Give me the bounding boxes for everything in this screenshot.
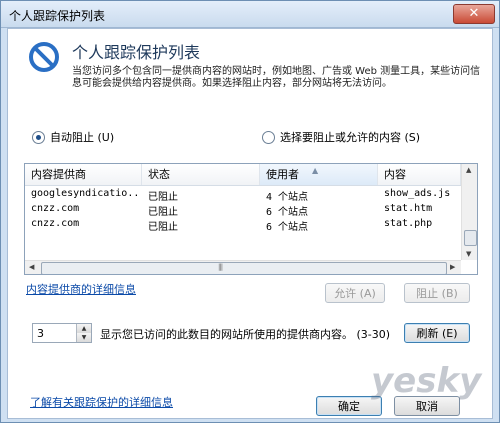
scroll-left-icon[interactable]: ◀ [29, 263, 34, 271]
provider-cell: cnzz.com [31, 218, 80, 229]
column-used-by-label: 使用者 [266, 168, 299, 181]
table-row[interactable]: cnzz.com 已阻止 6 个站点 stat.php [25, 217, 453, 233]
provider-details-link[interactable]: 内容提供商的详细信息 [26, 281, 136, 297]
page-title: 个人跟踪保护列表 [72, 43, 201, 62]
threshold-label: 显示您已访问的此数目的网站所使用的提供商内容。 (3-30) [100, 328, 391, 341]
learn-more-link[interactable]: 了解有关跟踪保护的详细信息 [30, 394, 173, 410]
watermark-logo: yesky [371, 361, 482, 401]
close-button[interactable]: ✕ [453, 4, 495, 24]
column-provider[interactable]: 内容提供商 [25, 164, 142, 185]
table-row[interactable]: cnzz.com 已阻止 6 个站点 stat.htm [25, 202, 453, 218]
refresh-button[interactable]: 刷新 (E) [404, 323, 470, 343]
provider-list[interactable]: 内容提供商 状态 ▲ 使用者 内容 googlesyndicatio... 已阻… [24, 163, 478, 275]
column-status[interactable]: 状态 [142, 164, 260, 185]
no-entry-icon [29, 42, 59, 72]
site-count-stepper[interactable]: 3 ▲ ▼ [32, 323, 92, 343]
auto-block-option[interactable]: 自动阻止 (U) [32, 129, 114, 145]
provider-cell: googlesyndicatio... [31, 188, 139, 199]
block-button[interactable]: 阻止 (B) [404, 283, 470, 303]
auto-block-radio[interactable] [32, 130, 45, 144]
scroll-down-icon[interactable]: ▼ [466, 250, 471, 258]
list-header: 内容提供商 状态 ▲ 使用者 内容 [25, 164, 477, 186]
used-by-cell: 6 个站点 [266, 207, 309, 218]
title-bar[interactable]: 个人跟踪保护列表 ✕ [1, 1, 499, 28]
status-cell: 已阻止 [148, 207, 178, 218]
spin-down-icon[interactable]: ▼ [76, 333, 91, 342]
content-cell: stat.htm [384, 203, 433, 214]
sort-ascending-icon: ▲ [312, 166, 319, 175]
scroll-up-icon[interactable]: ▲ [466, 166, 471, 174]
content-cell: show_ads.js [384, 188, 451, 199]
allow-button[interactable]: 允许 (A) [325, 283, 385, 303]
site-count-value[interactable]: 3 [37, 327, 44, 340]
scroll-grip-icon: ||| [218, 263, 223, 271]
choose-radio[interactable] [262, 130, 275, 144]
used-by-cell: 6 个站点 [266, 222, 309, 233]
table-row[interactable]: googlesyndicatio... 已阻止 4 个站点 show_ads.j… [25, 187, 453, 203]
column-used-by[interactable]: ▲ 使用者 [260, 164, 378, 185]
vertical-scrollbar[interactable]: ▲ ▼ [461, 164, 477, 260]
scroll-right-icon[interactable]: ▶ [450, 263, 455, 271]
auto-block-label: 自动阻止 (U) [50, 131, 115, 144]
status-cell: 已阻止 [148, 222, 178, 233]
used-by-cell: 4 个站点 [266, 192, 309, 203]
horizontal-scroll-thumb[interactable] [41, 262, 447, 274]
column-content[interactable]: 内容 [378, 164, 461, 185]
description-text: 当您访问多个包含同一提供商内容的网站时，例如地图、广告或 Web 测量工具，某些… [72, 66, 481, 89]
content-cell: stat.php [384, 218, 433, 229]
choose-label: 选择要阻止或允许的内容 (S) [280, 131, 421, 144]
vertical-scroll-thumb[interactable] [464, 230, 477, 246]
dialog-window: 个人跟踪保护列表 ✕ 个人跟踪保护列表 当您访问多个包含同一提供商内容的网站时，… [0, 0, 500, 423]
provider-cell: cnzz.com [31, 203, 80, 214]
choose-option[interactable]: 选择要阻止或允许的内容 (S) [262, 129, 420, 145]
status-cell: 已阻止 [148, 192, 178, 203]
window-title: 个人跟踪保护列表 [9, 9, 106, 23]
horizontal-scrollbar[interactable]: ◀ ||| ▶ [25, 260, 461, 274]
